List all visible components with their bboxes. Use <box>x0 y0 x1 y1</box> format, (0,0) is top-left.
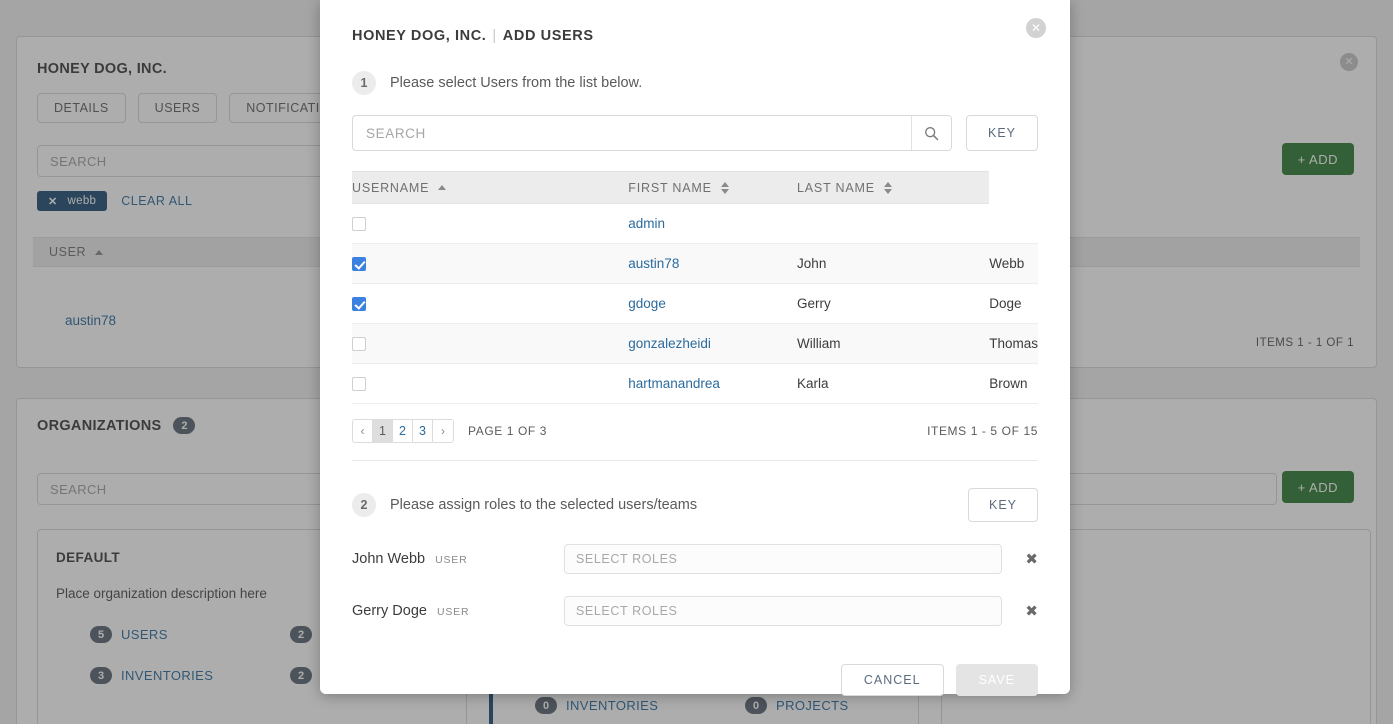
select-roles-input[interactable]: SELECT ROLES <box>564 596 1002 626</box>
row-username-cell: austin78 <box>628 243 798 284</box>
row-username-cell: gonzalezheidi <box>628 323 798 364</box>
pagination-row: ‹ 1 2 3 › PAGE 1 OF 3 ITEMS 1 - 5 OF 15 <box>352 419 1038 443</box>
column-header-username[interactable]: USERNAME <box>352 171 629 204</box>
sort-both-icon[interactable] <box>883 181 892 194</box>
search-wrapper <box>352 115 952 151</box>
row-last-name-cell <box>989 203 1038 244</box>
row-first-name-cell: William <box>797 323 990 364</box>
step-1-text: Please select Users from the list below. <box>390 75 643 91</box>
row-username-link[interactable]: austin78 <box>628 256 679 271</box>
row-username-link[interactable]: hartmanandrea <box>628 376 720 391</box>
row-last-name-cell: Doge <box>989 283 1038 324</box>
key-button-step2[interactable]: KEY <box>967 488 1038 522</box>
row-checkbox[interactable] <box>352 377 366 392</box>
pagination-next-button[interactable]: › <box>433 420 453 442</box>
row-last-name-cell: Thomas <box>989 323 1038 364</box>
users-table-body: admin austin78 John Webb gdoge Gerry Dog… <box>352 203 1038 404</box>
sort-asc-icon[interactable] <box>438 185 447 190</box>
row-last-name-cell: Webb <box>989 243 1038 284</box>
step-1-row: 1 Please select Users from the list belo… <box>352 71 1038 95</box>
add-users-modal: HONEY DOG, INC. | ADD USERS ✕ 1 Please sel… <box>320 0 1070 696</box>
pagination-page-2[interactable]: 2 <box>393 420 413 442</box>
table-row[interactable]: gonzalezheidi William Thomas <box>352 323 1038 364</box>
role-assignment-row: John Webb USER SELECT ROLES ✖ <box>352 544 1038 574</box>
users-table: USERNAME FIRST NAME LAST NAME admin aust… <box>352 171 1038 404</box>
step-2-row: 2 Please assign roles to the selected us… <box>352 488 1038 522</box>
pagination-page-1[interactable]: 1 <box>373 420 393 442</box>
row-username-cell: admin <box>628 203 798 244</box>
row-username-link[interactable]: admin <box>628 216 665 231</box>
save-button: SAVE <box>955 664 1038 696</box>
row-first-name-cell: John <box>797 243 990 284</box>
select-roles-input[interactable]: SELECT ROLES <box>564 544 1002 574</box>
row-checkbox-cell[interactable] <box>352 243 629 284</box>
users-table-head: USERNAME FIRST NAME LAST NAME <box>352 171 1038 204</box>
modal-footer: CANCEL SAVE <box>352 664 1038 696</box>
row-checkbox-cell[interactable] <box>352 283 629 324</box>
search-input[interactable] <box>353 116 911 150</box>
pagination-items-label: ITEMS 1 - 5 OF 15 <box>927 424 1038 438</box>
step-1-number: 1 <box>352 71 376 95</box>
row-checkbox-cell[interactable] <box>352 203 629 244</box>
sort-both-icon[interactable] <box>720 181 729 194</box>
row-username-link[interactable]: gonzalezheidi <box>628 336 711 351</box>
close-icon[interactable]: ✕ <box>1026 18 1046 38</box>
role-user-name: Gerry Doge <box>352 603 427 619</box>
column-header-first-name-label: FIRST NAME <box>628 180 712 195</box>
users-table-header-row: USERNAME FIRST NAME LAST NAME <box>352 171 1038 204</box>
modal-body: 1 Please select Users from the list belo… <box>320 71 1070 696</box>
table-row[interactable]: austin78 John Webb <box>352 243 1038 284</box>
row-username-cell: gdoge <box>628 283 798 324</box>
step-2-number: 2 <box>352 493 376 517</box>
key-button-step1[interactable]: KEY <box>966 115 1038 151</box>
role-user-name: John Webb <box>352 551 426 567</box>
search-button[interactable] <box>911 116 951 150</box>
modal-title: HONEY DOG, INC. | ADD USERS <box>352 28 1038 44</box>
role-assignment-row: Gerry Doge USER SELECT ROLES ✖ <box>352 596 1038 626</box>
pagination-page-3[interactable]: 3 <box>413 420 433 442</box>
role-user-type: USER <box>435 554 468 566</box>
row-first-name-cell: Gerry <box>797 283 990 324</box>
column-header-last-name[interactable]: LAST NAME <box>797 171 990 204</box>
row-checkbox-cell[interactable] <box>352 363 629 404</box>
row-first-name-cell: Karla <box>797 363 990 404</box>
row-last-name-cell: Brown <box>989 363 1038 404</box>
cancel-button[interactable]: CANCEL <box>840 664 944 696</box>
modal-title-separator: | <box>492 28 497 44</box>
step-2-text: Please assign roles to the selected user… <box>390 497 698 513</box>
row-first-name-cell <box>797 203 990 244</box>
row-username-link[interactable]: gdoge <box>628 296 666 311</box>
modal-title-org: HONEY DOG, INC. <box>352 28 487 44</box>
pagination-controls: ‹ 1 2 3 › <box>352 419 454 443</box>
row-checkbox[interactable] <box>352 257 366 272</box>
row-checkbox[interactable] <box>352 217 366 232</box>
remove-icon[interactable]: ✖ <box>1002 602 1038 620</box>
pagination-page-label: PAGE 1 OF 3 <box>468 424 548 438</box>
search-row: KEY <box>352 115 1038 151</box>
remove-icon[interactable]: ✖ <box>1002 550 1038 568</box>
role-user-type: USER <box>436 606 470 618</box>
table-row[interactable]: admin <box>352 203 1038 244</box>
row-checkbox[interactable] <box>352 297 366 312</box>
row-checkbox[interactable] <box>352 337 366 352</box>
modal-title-action: ADD USERS <box>502 28 594 44</box>
table-row[interactable]: hartmanandrea Karla Brown <box>352 363 1038 404</box>
search-icon <box>925 126 939 140</box>
column-header-last-name-label: LAST NAME <box>797 180 875 195</box>
row-checkbox-cell[interactable] <box>352 323 629 364</box>
column-header-first-name[interactable]: FIRST NAME <box>628 171 798 204</box>
modal-header: HONEY DOG, INC. | ADD USERS ✕ <box>320 0 1070 44</box>
section-divider <box>352 460 1038 461</box>
pagination-prev-button[interactable]: ‹ <box>353 420 373 442</box>
column-header-username-label: USERNAME <box>352 180 430 195</box>
row-username-cell: hartmanandrea <box>628 363 798 404</box>
table-row[interactable]: gdoge Gerry Doge <box>352 283 1038 324</box>
